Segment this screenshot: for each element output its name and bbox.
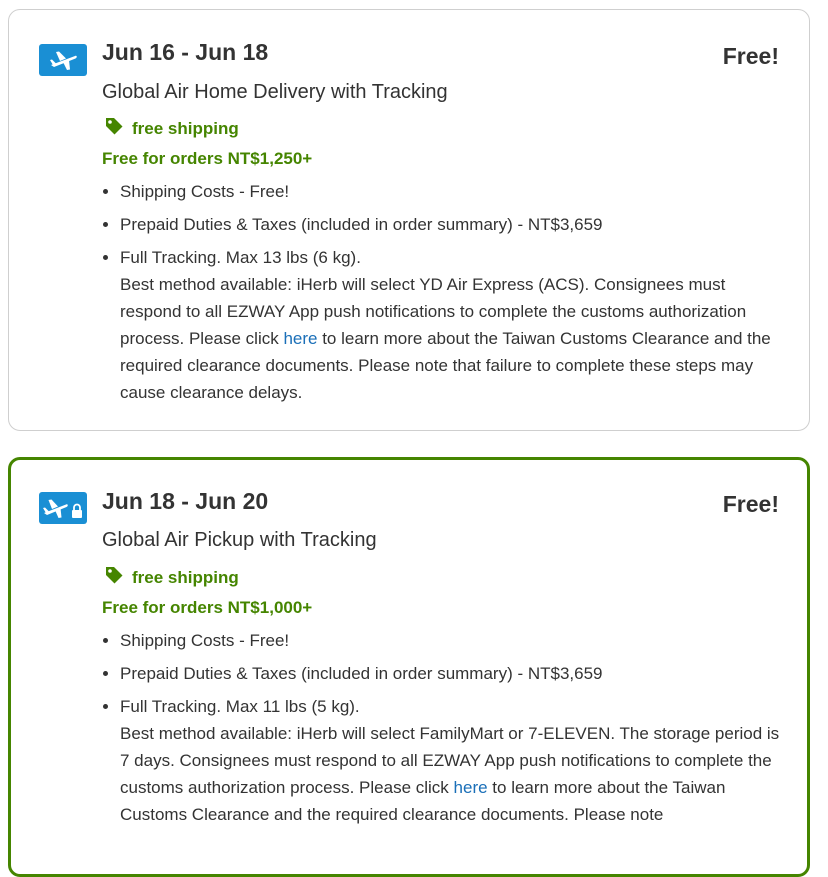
free-shipping-tag: free shipping	[104, 565, 239, 590]
duties-text: Prepaid Duties & Taxes (included in orde…	[120, 664, 603, 683]
shipping-price: Free!	[722, 43, 779, 69]
tag-label: free shipping	[132, 567, 239, 587]
airplane-icon	[39, 44, 87, 76]
shipping-details-list: Shipping Costs - Free! Prepaid Duties & …	[102, 627, 780, 828]
shipping-details-list: Shipping Costs - Free! Prepaid Duties & …	[102, 178, 780, 406]
list-item: Full Tracking. Max 11 lbs (5 kg). Best m…	[120, 693, 780, 828]
shipping-costs-text: Shipping Costs - Free!	[120, 182, 290, 201]
tag-icon	[104, 116, 124, 141]
free-threshold: Free for orders NT$1,000+	[102, 598, 313, 617]
duties-text: Prepaid Duties & Taxes (included in orde…	[120, 215, 603, 234]
list-item: Full Tracking. Max 13 lbs (6 kg). Best m…	[120, 244, 780, 406]
tracking-text: Full Tracking. Max 13 lbs (6 kg).	[120, 248, 361, 267]
airplane-lock-icon	[39, 492, 87, 524]
learn-more-link[interactable]: here	[283, 329, 317, 348]
free-shipping-tag: free shipping	[104, 116, 239, 141]
list-item: Prepaid Duties & Taxes (included in orde…	[120, 660, 780, 687]
delivery-date-range: Jun 16 - Jun 18	[102, 39, 269, 65]
tag-icon	[104, 565, 124, 590]
delivery-date-range: Jun 18 - Jun 20	[102, 488, 269, 514]
shipping-method-name: Global Air Pickup with Tracking	[102, 529, 377, 551]
shipping-method-name: Global Air Home Delivery with Tracking	[102, 81, 448, 103]
tracking-text: Full Tracking. Max 11 lbs (5 kg).	[120, 697, 360, 716]
list-item: Shipping Costs - Free!	[120, 627, 780, 654]
tag-label: free shipping	[132, 118, 239, 138]
learn-more-link[interactable]: here	[454, 778, 488, 797]
shipping-price: Free!	[722, 491, 779, 517]
shipping-option-card-selected[interactable]: Jun 18 - Jun 20 Free! Global Air Pickup …	[8, 457, 810, 877]
free-threshold: Free for orders NT$1,250+	[102, 149, 313, 168]
list-item: Shipping Costs - Free!	[120, 178, 780, 205]
list-item: Prepaid Duties & Taxes (included in orde…	[120, 211, 780, 238]
shipping-costs-text: Shipping Costs - Free!	[120, 631, 290, 650]
shipping-option-card[interactable]: Jun 16 - Jun 18 Free! Global Air Home De…	[8, 9, 810, 431]
